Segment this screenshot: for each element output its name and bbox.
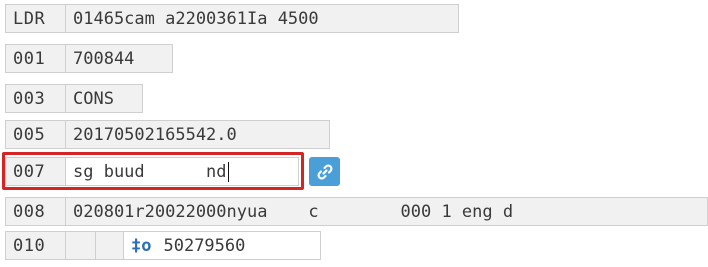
indicator-1[interactable] (66, 232, 96, 259)
field-tag: 008 (6, 198, 66, 225)
link-button[interactable] (309, 157, 340, 186)
indicator-2[interactable] (96, 232, 124, 259)
record-row-008: 008 020801r20022000nyua c 000 1 eng d (5, 197, 708, 226)
marc-record-editor: LDR 01465cam a2200361Ia 4500 001 700844 … (0, 0, 708, 267)
field-value[interactable]: 700844 (66, 45, 142, 72)
record-row-003: 003 CONS (5, 84, 143, 113)
subfield-code: ‡o (131, 235, 152, 256)
field-tag: 010 (6, 232, 66, 259)
record-row-010: 010 ‡o 50279560 (5, 231, 321, 260)
record-row-001: 001 700844 (5, 44, 173, 73)
field-tag: 005 (6, 121, 66, 148)
selection-highlight (2, 152, 304, 190)
link-icon (316, 163, 333, 180)
field-tag: 003 (6, 85, 66, 112)
field-value[interactable]: 020801r20022000nyua c 000 1 eng d (66, 198, 521, 225)
field-tag: 001 (6, 45, 66, 72)
subfield-value: 50279560 (163, 235, 246, 256)
record-row-005: 005 20170502165542.0 (5, 120, 330, 149)
subfield-input[interactable]: ‡o 50279560 (124, 232, 320, 259)
field-value[interactable]: 20170502165542.0 (66, 121, 245, 148)
leader-value[interactable]: 01465cam a2200361Ia 4500 (66, 5, 327, 32)
field-value[interactable]: CONS (66, 85, 122, 112)
record-row-ldr: LDR 01465cam a2200361Ia 4500 (5, 4, 459, 33)
field-tag: LDR (6, 5, 66, 32)
